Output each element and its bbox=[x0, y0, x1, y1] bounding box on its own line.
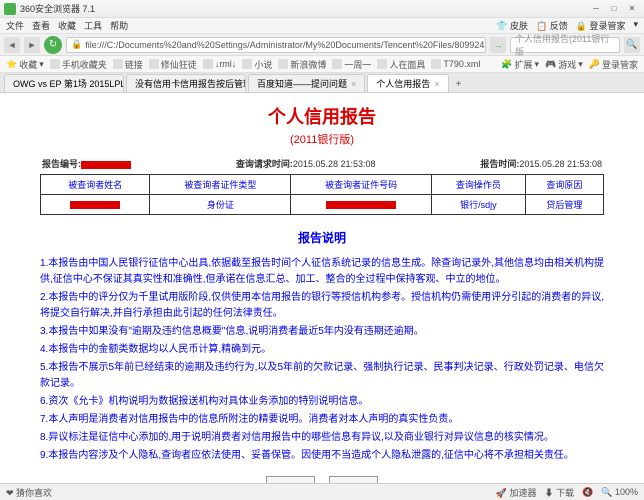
menu-skin[interactable]: 👕 皮肤 bbox=[496, 19, 528, 32]
menu-more-icon[interactable]: ▾ bbox=[633, 19, 638, 32]
info-table: 被查询者姓名 被查询者证件类型 被查询者证件号码 查询操作员 查询原因 身份证 … bbox=[40, 174, 604, 215]
window-title: 360安全浏览器 7.1 bbox=[20, 2, 588, 15]
td-idno bbox=[291, 195, 432, 215]
title-bar: 360安全浏览器 7.1 ─ □ ✕ bbox=[0, 0, 644, 18]
redacted-number bbox=[81, 161, 131, 169]
menu-file[interactable]: 文件 bbox=[6, 19, 24, 32]
th-idtype: 被查询者证件类型 bbox=[150, 175, 291, 195]
status-mute-icon[interactable]: 🔇 bbox=[582, 487, 593, 498]
para-8: 8.异议标注是征信中心添加的,用于说明消费者对信用报告中的哪些信息有异议,以及商… bbox=[40, 430, 604, 446]
button-row: 打 印 关 闭 bbox=[40, 476, 604, 483]
back-button[interactable]: ◄ bbox=[4, 37, 20, 53]
bookmark-login[interactable]: 🔑登录管家 bbox=[589, 58, 638, 71]
menu-fav[interactable]: 收藏 bbox=[58, 19, 76, 32]
tab-bar: OWG vs EP 第1场 2015LPL夏季赛 6月...× 没有信用卡信用报… bbox=[0, 73, 644, 93]
status-download[interactable]: ⬇ 下载 bbox=[545, 486, 575, 499]
search-placeholder: 个人信用报告(2011银行版 bbox=[515, 32, 615, 58]
report-subtitle: (2011银行版) bbox=[40, 131, 604, 147]
para-7: 7.本人声明是消费者对信用报告中的信息所附注的精要说明。消费者对本人声明的真实性… bbox=[40, 412, 604, 428]
close-icon[interactable]: × bbox=[351, 79, 356, 89]
search-input[interactable]: 个人信用报告(2011银行版 bbox=[510, 37, 620, 53]
bookmark-renzhi[interactable]: 人在面具 bbox=[377, 58, 425, 71]
th-reason: 查询原因 bbox=[525, 175, 603, 195]
para-5: 5.本报告不展示5年前已经结束的逾期及违约行为,以及5年前的欠款记录、强制执行记… bbox=[40, 360, 604, 392]
td-idtype: 身份证 bbox=[150, 195, 291, 215]
report-meta: 报告编号: 查询请求时间:2015.05.28 21:53:08 报告时间:20… bbox=[40, 157, 604, 170]
tab-4[interactable]: 个人信用报告× bbox=[367, 74, 448, 92]
para-9: 9.本报告内容涉及个人隐私,查询者应依法使用、妥善保管。因使用不当造成个人隐私泄… bbox=[40, 448, 604, 464]
bookmark-fav[interactable]: ⭐收藏 ▾ bbox=[6, 58, 44, 71]
go-button[interactable]: → bbox=[490, 37, 506, 53]
th-operator: 查询操作员 bbox=[431, 175, 525, 195]
td-name bbox=[41, 195, 150, 215]
bookmark-yiwang[interactable]: 一周一 bbox=[332, 58, 371, 71]
bookmark-xinlang[interactable]: 新浪微博 bbox=[278, 58, 326, 71]
para-3: 3.本报告中如果没有"逾期及违约信息概要"信息,说明消费者最近5年内没有违期还逾… bbox=[40, 324, 604, 340]
tab-3[interactable]: 百度知道——提问问题× bbox=[248, 74, 365, 92]
para-2: 2.本报告中的评分仅为千里试用版阶段,仅供使用本信用报告的银行等授信机构参考。授… bbox=[40, 290, 604, 322]
report-title: 个人信用报告 bbox=[40, 103, 604, 129]
td-operator: 银行/sdjy bbox=[431, 195, 525, 215]
reload-button[interactable]: ↻ bbox=[44, 36, 62, 54]
menu-feedback[interactable]: 📋 反馈 bbox=[536, 19, 568, 32]
bookmark-youxi[interactable]: 🎮游戏 ▾ bbox=[545, 58, 583, 71]
url-text: file:///C:/Documents%20and%20Settings/Ad… bbox=[85, 40, 486, 50]
para-1: 1.本报告由中国人民银行征信中心出具,依据截至报告时间个人征信系统记录的信息生成… bbox=[40, 256, 604, 288]
bookmark-t790[interactable]: T790.xml bbox=[431, 59, 480, 69]
page-content: 个人信用报告 (2011银行版) 报告编号: 查询请求时间:2015.05.28… bbox=[0, 93, 644, 483]
app-icon bbox=[4, 3, 16, 15]
td-reason: 贷后管理 bbox=[525, 195, 603, 215]
bookmark-links[interactable]: 链接 bbox=[113, 58, 143, 71]
url-input[interactable]: 🔒 file:///C:/Documents%20and%20Settings/… bbox=[66, 37, 486, 53]
th-idno: 被查询者证件号码 bbox=[291, 175, 432, 195]
new-tab-button[interactable]: + bbox=[451, 76, 467, 92]
th-name: 被查询者姓名 bbox=[41, 175, 150, 195]
minimize-button[interactable]: ─ bbox=[588, 3, 604, 15]
status-like[interactable]: ❤ 猜你喜欢 bbox=[6, 486, 52, 499]
menu-login[interactable]: 🔒 登录管家 bbox=[576, 19, 626, 32]
para-4: 4.本报告中的金额类数据均以人民币计算,精确到元。 bbox=[40, 342, 604, 358]
forward-button[interactable]: ► bbox=[24, 37, 40, 53]
lock-icon: 🔒 bbox=[71, 39, 82, 50]
close-button[interactable]: ✕ bbox=[624, 3, 640, 15]
status-accel[interactable]: 🚀 加速器 bbox=[496, 486, 537, 499]
menu-tools[interactable]: 工具 bbox=[84, 19, 102, 32]
bookmark-phone[interactable]: 手机收藏夹 bbox=[50, 58, 107, 71]
section-title: 报告说明 bbox=[40, 229, 604, 246]
bookmark-xiuxian[interactable]: 修仙狂徒 bbox=[149, 58, 197, 71]
tab-2[interactable]: 没有信用卡信用报告按后管理_百度知...× bbox=[126, 74, 246, 92]
address-bar: ◄ ► ↻ 🔒 file:///C:/Documents%20and%20Set… bbox=[0, 34, 644, 56]
maximize-button[interactable]: □ bbox=[606, 3, 622, 15]
status-bar: ❤ 猜你喜欢 🚀 加速器 ⬇ 下载 🔇 🔍 100% bbox=[0, 483, 644, 500]
para-6: 6.资次《允卡》机构说明为数据报送机构对具体业务添加的特别说明信息。 bbox=[40, 394, 604, 410]
close-report-button[interactable]: 关 闭 bbox=[329, 476, 378, 483]
bookmarks-bar: ⭐收藏 ▾ 手机收藏夹 链接 修仙狂徒 ↓rml↓ 小说 新浪微博 一周一 人在… bbox=[0, 56, 644, 73]
menu-help[interactable]: 帮助 bbox=[110, 19, 128, 32]
close-icon[interactable]: × bbox=[434, 79, 439, 89]
bookmark-expand[interactable]: 🧩扩展 ▾ bbox=[501, 58, 539, 71]
paragraphs: 1.本报告由中国人民银行征信中心出具,依据截至报告时间个人征信系统记录的信息生成… bbox=[40, 256, 604, 464]
search-button[interactable]: 🔍 bbox=[624, 37, 640, 53]
print-button[interactable]: 打 印 bbox=[266, 476, 315, 483]
tab-1[interactable]: OWG vs EP 第1场 2015LPL夏季赛 6月...× bbox=[4, 74, 124, 92]
status-zoom[interactable]: 🔍 100% bbox=[601, 487, 638, 498]
bookmark-ruml[interactable]: ↓rml↓ bbox=[203, 59, 237, 69]
window-controls: ─ □ ✕ bbox=[588, 3, 640, 15]
bookmark-xiaoshuo[interactable]: 小说 bbox=[242, 58, 272, 71]
menu-view[interactable]: 查看 bbox=[32, 19, 50, 32]
